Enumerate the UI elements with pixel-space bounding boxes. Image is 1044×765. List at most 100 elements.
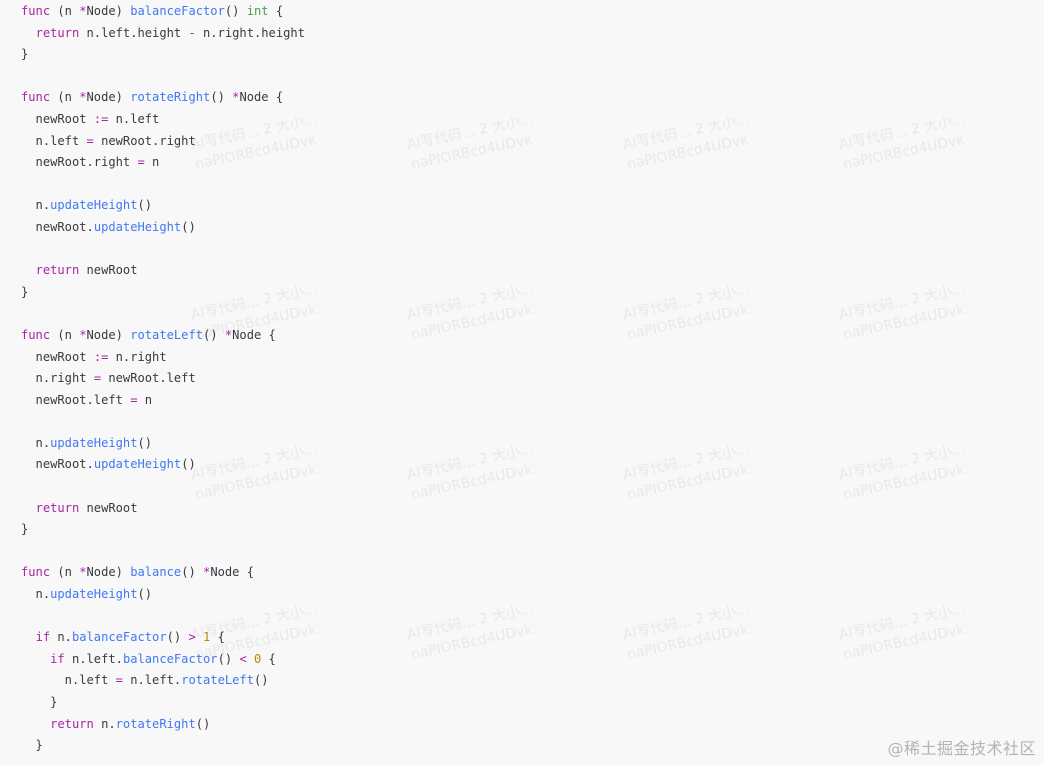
code-line: return n.rotateRight() (21, 714, 305, 736)
code-token: newRoot (21, 349, 94, 364)
code-token: n. (93, 716, 116, 731)
code-token: rotateLeft (130, 327, 204, 342)
code-line: newRoot := n.right (21, 347, 305, 369)
code-line: } (21, 44, 305, 66)
code-token: return (35, 500, 80, 515)
code-token: () (137, 587, 153, 602)
code-token: * (79, 90, 87, 105)
code-token: newRoot. (21, 219, 94, 234)
code-token: return (35, 263, 80, 278)
code-token: updateHeight (50, 198, 138, 213)
background-watermark: AI写代码... 2 大小... naPIORBcd4UDvk (837, 441, 967, 503)
code-token: (n (50, 327, 80, 342)
code-token: () (224, 4, 247, 18)
code-token: (n (50, 90, 80, 105)
code-line: func (n *Node) balance() *Node { (21, 562, 305, 584)
code-token: if (50, 651, 65, 666)
code-token: () (210, 90, 233, 105)
code-token: func (21, 327, 51, 342)
background-watermark: AI写代码... 2 大小... naPIORBcd4UDvk (837, 601, 967, 663)
background-watermark: AI写代码... 2 大小... naPIORBcd4UDvk (405, 111, 535, 173)
code-line: n.updateHeight() (21, 195, 305, 217)
code-line: } (21, 282, 305, 304)
code-token: updateHeight (93, 219, 182, 234)
code-token: n. (21, 435, 51, 450)
code-token: - (188, 25, 196, 40)
code-token: n.right (108, 349, 167, 364)
code-token: func (21, 4, 51, 18)
background-watermark: AI写代码... 2 大小... naPIORBcd4UDvk (837, 281, 967, 343)
code-token: balance (130, 565, 182, 580)
code-token: n.left. (64, 651, 123, 666)
code-line: if n.left.balanceFactor() < 0 { (21, 649, 305, 671)
code-token: updateHeight (50, 435, 138, 450)
code-token: newRoot.left (21, 392, 131, 407)
code-token: > (188, 630, 196, 645)
code-token: () (254, 673, 269, 688)
code-token: n.right.height (195, 25, 305, 40)
code-token: n.left (21, 133, 87, 148)
code-token: < (239, 651, 247, 666)
code-token: n.left (108, 111, 160, 126)
background-watermark: AI写代码... 2 大小... naPIORBcd4UDvk (621, 281, 751, 343)
code-token: n. (21, 198, 51, 213)
code-line: if n.balanceFactor() > 1 { (21, 627, 305, 649)
code-token: () (203, 327, 225, 342)
code-token: () (181, 457, 196, 472)
code-line: n.updateHeight() (21, 433, 305, 455)
code-line: func (n *Node) balanceFactor() int { (21, 1, 305, 23)
code-line: n.left = n.left.rotateLeft() (21, 670, 305, 692)
code-token: n.right (21, 371, 94, 386)
background-watermark: AI写代码... 2 大小... naPIORBcd4UDvk (621, 441, 751, 503)
code-line: return newRoot (21, 498, 305, 520)
background-watermark: AI写代码... 2 大小... naPIORBcd4UDvk (837, 111, 967, 173)
code-token: newRoot (79, 263, 138, 278)
code-line: n.left = newRoot.right (21, 131, 305, 153)
background-watermark: AI写代码... 2 大小... naPIORBcd4UDvk (405, 281, 535, 343)
code-token: () (217, 651, 240, 666)
code-token: func (21, 90, 51, 105)
code-token: newRoot (79, 500, 138, 515)
site-watermark: @稀土掘金技术社区 (887, 739, 1036, 758)
code-token: rotateRight (130, 90, 211, 105)
code-token: } (21, 284, 29, 299)
code-token: () (195, 716, 211, 731)
code-token: = (115, 673, 123, 688)
code-line: newRoot.right = n (21, 152, 305, 174)
background-watermark: AI写代码... 2 大小... naPIORBcd4UDvk (621, 601, 751, 663)
code-line: newRoot.left = n (21, 390, 305, 412)
code-token: n (144, 155, 160, 170)
code-token: := (93, 349, 109, 364)
background-watermark: AI写代码... 2 大小... naPIORBcd4UDvk (405, 601, 535, 663)
code-token: balanceFactor (130, 4, 225, 18)
code-token: () (181, 219, 196, 234)
code-token: = (86, 133, 94, 148)
code-token: n (137, 392, 153, 407)
code-line: newRoot.updateHeight() (21, 217, 305, 239)
code-token: = (93, 371, 102, 386)
code-token: newRoot.left (101, 371, 196, 386)
code-token: n. (21, 587, 51, 602)
code-token: } (21, 47, 29, 62)
code-line: n.right = newRoot.left (21, 368, 305, 390)
code-line: newRoot := n.left (21, 109, 305, 131)
code-token: } (21, 522, 29, 537)
code-token: { (210, 630, 225, 645)
code-line: } (21, 735, 305, 757)
code-token: = (130, 392, 138, 407)
code-token: newRoot.right (21, 155, 138, 170)
code-token: } (21, 738, 43, 753)
code-editor: func (n *Node) balanceFactor() int { ret… (21, 1, 305, 757)
code-token: newRoot. (21, 457, 94, 472)
